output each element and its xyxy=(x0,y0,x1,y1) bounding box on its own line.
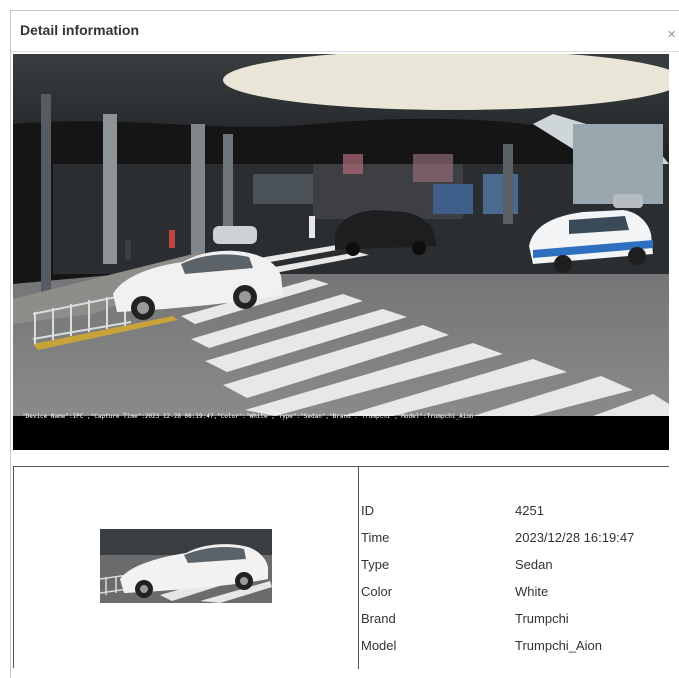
capture-image: "Device Name":IPC ,"Capture Time":2023 1… xyxy=(13,54,669,450)
dialog-header: Detail information × xyxy=(11,11,679,52)
vehicle-crop-image xyxy=(100,529,272,603)
detail-value: Trumpchi_Aion xyxy=(515,638,602,653)
detail-label: Color xyxy=(361,584,393,599)
detail-label: Brand xyxy=(361,611,396,626)
vehicle-thumbnail xyxy=(100,529,272,603)
detail-value: 2023/12/28 16:19:47 xyxy=(515,530,635,545)
close-icon[interactable]: × xyxy=(667,27,676,42)
vehicle-attributes: ID 4251 Time 2023/12/28 16:19:47 Type Se… xyxy=(359,467,669,668)
capture-caption: "Device Name":IPC ,"Capture Time":2023 1… xyxy=(22,413,474,420)
detail-value: White xyxy=(515,584,549,599)
detail-label: Time xyxy=(361,530,390,545)
street-scene xyxy=(13,54,669,450)
detail-value: Sedan xyxy=(515,557,553,572)
detail-value: Trumpchi xyxy=(515,611,569,626)
detail-label: ID xyxy=(361,503,374,518)
detail-table: ID 4251 Time 2023/12/28 16:19:47 Type Se… xyxy=(13,466,669,669)
detail-label: Type xyxy=(361,557,390,572)
vehicle-thumbnail-cell xyxy=(14,467,359,669)
dialog-title: Detail information xyxy=(20,22,140,38)
detail-label: Model xyxy=(361,638,397,653)
detail-value: 4251 xyxy=(515,503,544,518)
